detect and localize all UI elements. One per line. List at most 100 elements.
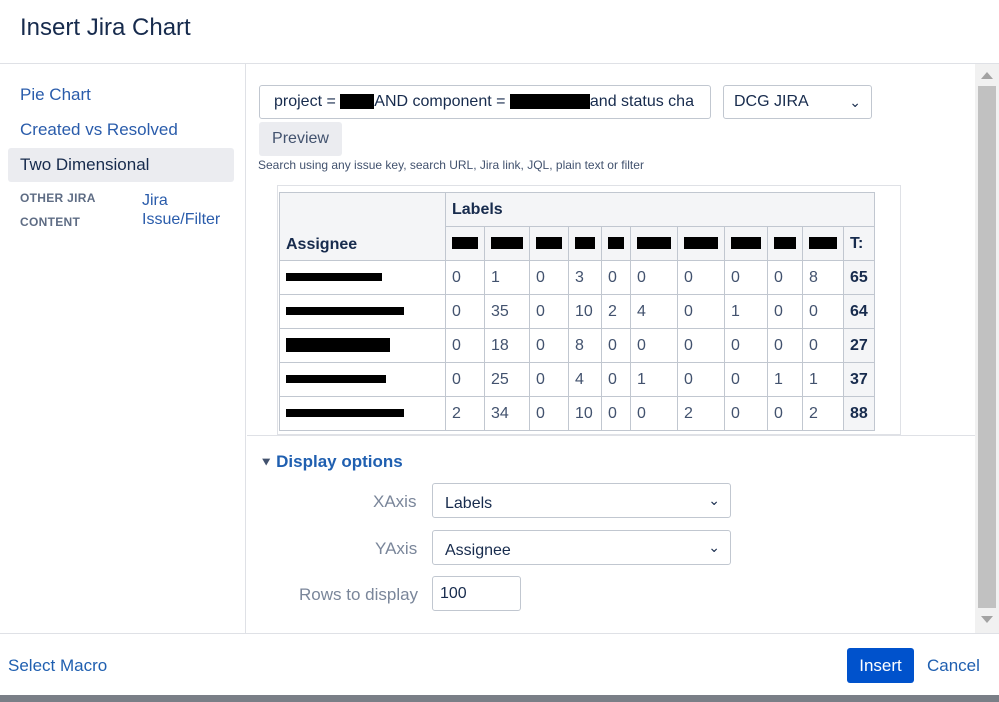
label-col-header — [767, 226, 803, 261]
scroll-thumb[interactable] — [978, 86, 996, 608]
table-cell: 0 — [601, 328, 631, 363]
xaxis-select-value: Labels — [445, 495, 493, 512]
insert-button[interactable]: Insert — [847, 648, 914, 683]
sidebar-item-pie-chart[interactable]: Pie Chart — [8, 78, 234, 112]
table-cell: 0 — [802, 294, 844, 329]
table-cell: 0 — [445, 294, 485, 329]
jira-link-line1: Jira — [142, 192, 168, 209]
total-header: T: — [843, 226, 875, 261]
assignee-header: Assignee — [279, 192, 446, 261]
window-bottom-edge — [0, 695, 999, 702]
table-cell: 8 — [802, 260, 844, 295]
vertical-scrollbar[interactable] — [975, 64, 999, 633]
sidebar-item-jira-issue-filter[interactable]: Jira Issue/Filter — [142, 191, 220, 229]
table-row: 0 35 0 10 2 4 0 1 0 0 64 — [279, 294, 875, 329]
table-cell: 2 — [802, 396, 844, 431]
table-cell: 0 — [601, 396, 631, 431]
table-cell: 0 — [601, 260, 631, 295]
total-cell: 65 — [843, 260, 875, 295]
table-cell: 0 — [767, 328, 803, 363]
other-jira-content-heading: OTHER JIRA CONTENT — [20, 186, 96, 234]
yaxis-select[interactable]: Assignee ⌄ — [432, 530, 731, 565]
search-input[interactable]: project = AND component = and status cha — [259, 85, 711, 119]
redacted-component — [509, 94, 590, 110]
table-cell: 0 — [445, 328, 485, 363]
table-cell: 0 — [724, 328, 768, 363]
table-cell: 0 — [677, 362, 725, 397]
table-cell: 0 — [529, 362, 569, 397]
label-col-header — [630, 226, 678, 261]
table-cell: 0 — [601, 362, 631, 397]
total-cell: 27 — [843, 328, 875, 363]
table-row: 0 25 0 4 0 1 0 0 1 1 37 — [279, 362, 875, 397]
table-cell: 0 — [445, 362, 485, 397]
label-col-header — [802, 226, 844, 261]
scroll-up-arrow-icon[interactable] — [981, 72, 993, 79]
chevron-down-icon: ⌄ — [708, 492, 720, 508]
table-cell: 0 — [677, 260, 725, 295]
other-heading-line2: CONTENT — [20, 215, 81, 229]
table-cell: 0 — [724, 396, 768, 431]
table-cell: 0 — [529, 260, 569, 295]
footer-divider — [0, 633, 999, 634]
assignee-cell — [279, 396, 446, 431]
xaxis-select[interactable]: Labels ⌄ — [432, 483, 731, 518]
yaxis-select-value: Assignee — [445, 542, 511, 559]
table-cell: 2 — [601, 294, 631, 329]
assignee-cell — [279, 328, 446, 363]
sidebar-item-two-dimensional[interactable]: Two Dimensional — [8, 148, 234, 182]
scroll-down-arrow-icon[interactable] — [981, 616, 993, 623]
chart-preview-table: Assignee Labels T: 0 1 0 3 0 0 0 0 0 8 6… — [277, 185, 901, 435]
display-options-toggle[interactable]: ⯆ Display options — [261, 452, 403, 472]
table-cell: 4 — [630, 294, 678, 329]
labels-header: Labels — [445, 192, 875, 227]
query-text-1: project = — [274, 93, 341, 110]
query-text-2: AND component = — [374, 93, 510, 110]
table-cell: 3 — [568, 260, 602, 295]
label-col-header — [529, 226, 569, 261]
preview-button[interactable]: Preview — [259, 122, 342, 156]
rows-to-display-label: Rows to display — [299, 585, 419, 604]
table-cell: 2 — [445, 396, 485, 431]
label-col-header — [568, 226, 602, 261]
label-col-header — [724, 226, 768, 261]
redacted-project — [340, 94, 375, 110]
table-cell: 0 — [630, 328, 678, 363]
table-cell: 34 — [484, 396, 530, 431]
table-row: 2 34 0 10 0 0 2 0 0 2 88 — [279, 396, 875, 431]
table-cell: 0 — [802, 328, 844, 363]
table-cell: 25 — [484, 362, 530, 397]
assignee-cell — [279, 260, 446, 295]
sidebar-item-created-vs-resolved[interactable]: Created vs Resolved — [8, 113, 234, 147]
label-col-header — [484, 226, 530, 261]
display-options-label: Display options — [276, 452, 403, 471]
table-row: 0 1 0 3 0 0 0 0 0 8 65 — [279, 260, 875, 295]
table-cell: 35 — [484, 294, 530, 329]
chevron-down-icon: ⌄ — [708, 539, 720, 555]
rows-to-display-input[interactable]: 100 — [432, 576, 521, 611]
table-cell: 2 — [677, 396, 725, 431]
table-cell: 1 — [630, 362, 678, 397]
table-cell: 0 — [767, 294, 803, 329]
table-row: 0 18 0 8 0 0 0 0 0 0 27 — [279, 328, 875, 363]
table-cell: 0 — [630, 260, 678, 295]
table-cell: 10 — [568, 294, 602, 329]
table-cell: 0 — [529, 328, 569, 363]
label-col-header — [445, 226, 485, 261]
server-select[interactable]: DCG JIRA ⌄ — [723, 85, 872, 119]
table-cell: 8 — [568, 328, 602, 363]
table-cell: 0 — [767, 260, 803, 295]
yaxis-label: YAxis — [375, 539, 418, 558]
table-cell: 1 — [767, 362, 803, 397]
query-text-3: and status cha — [589, 93, 694, 110]
total-cell: 64 — [843, 294, 875, 329]
select-macro-link[interactable]: Select Macro — [8, 656, 107, 676]
other-heading-line1: OTHER JIRA — [20, 191, 96, 205]
sidebar: Pie Chart Created vs Resolved Two Dimens… — [0, 64, 246, 633]
assignee-cell — [279, 294, 446, 329]
label-col-header — [601, 226, 631, 261]
table-cell: 1 — [802, 362, 844, 397]
table-cell: 0 — [529, 294, 569, 329]
table-cell: 10 — [568, 396, 602, 431]
cancel-button[interactable]: Cancel — [927, 656, 980, 676]
